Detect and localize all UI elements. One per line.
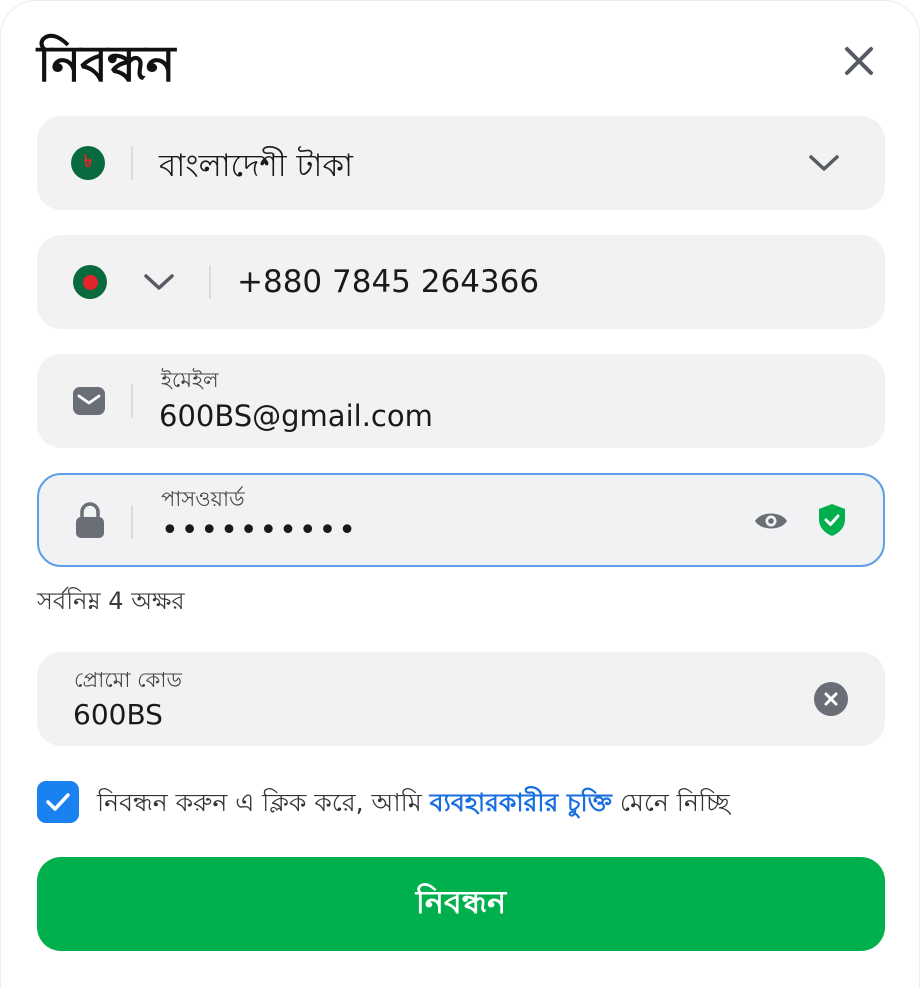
modal-title: নিবন্ধন xyxy=(37,35,175,93)
chevron-down-icon xyxy=(809,155,839,171)
field-divider xyxy=(131,505,133,539)
shield-check-icon xyxy=(815,501,849,539)
agreement-row: নিবন্ধন করুন এ ক্লিক করে, আমি ব্যবহারকার… xyxy=(37,779,897,825)
close-icon xyxy=(845,47,873,75)
bangladesh-flag-icon xyxy=(73,265,107,299)
close-button[interactable] xyxy=(837,39,881,83)
country-code-selector[interactable] xyxy=(71,265,179,299)
taka-symbol: ৳ xyxy=(83,152,93,172)
field-divider xyxy=(209,265,211,299)
currency-value: বাংলাদেশী টাকা xyxy=(159,148,354,184)
phone-input[interactable] xyxy=(237,257,837,307)
password-hint: সর্বনিম্ন 4 অক্ষর xyxy=(37,587,185,615)
password-masked-value[interactable]: •••••••••• xyxy=(161,513,358,548)
email-input[interactable] xyxy=(159,394,839,438)
clear-promo-button[interactable] xyxy=(813,681,849,717)
chevron-down-icon xyxy=(144,274,174,290)
field-divider xyxy=(131,146,133,180)
taka-flag-icon: ৳ xyxy=(71,146,105,180)
agreement-checkbox[interactable] xyxy=(37,781,79,823)
registration-modal: নিবন্ধন ৳ বাংলাদেশী টাকা +880 7845 26436… xyxy=(0,0,920,988)
field-divider xyxy=(131,384,133,418)
agreement-text-before: নিবন্ধন করুন এ ক্লিক করে, আমি xyxy=(97,788,430,817)
toggle-password-visibility[interactable] xyxy=(751,503,791,539)
email-field[interactable]: ইমেইল xyxy=(37,354,885,448)
mail-icon xyxy=(71,384,107,418)
register-button[interactable]: নিবন্ধন xyxy=(37,857,885,951)
currency-select[interactable]: ৳ বাংলাদেশী টাকা xyxy=(37,116,885,210)
promo-code-field[interactable]: প্রোমো কোড xyxy=(37,652,885,746)
eye-icon xyxy=(755,513,787,529)
user-agreement-link[interactable]: ব্যবহারকারীর চুক্তি xyxy=(430,788,612,817)
promo-code-input[interactable] xyxy=(73,694,773,734)
checkmark-icon xyxy=(46,793,70,811)
password-field[interactable]: পাসওয়ার্ড •••••••••• xyxy=(37,473,885,567)
clear-circle-icon xyxy=(814,682,848,716)
agreement-text-after: মেনে নিচ্ছি xyxy=(611,788,730,817)
flag-red-dot xyxy=(82,274,98,290)
phone-field[interactable] xyxy=(37,235,885,329)
lock-icon xyxy=(73,501,107,539)
agreement-text: নিবন্ধন করুন এ ক্লিক করে, আমি ব্যবহারকার… xyxy=(97,783,730,826)
currency-dropdown-toggle[interactable] xyxy=(805,146,843,180)
